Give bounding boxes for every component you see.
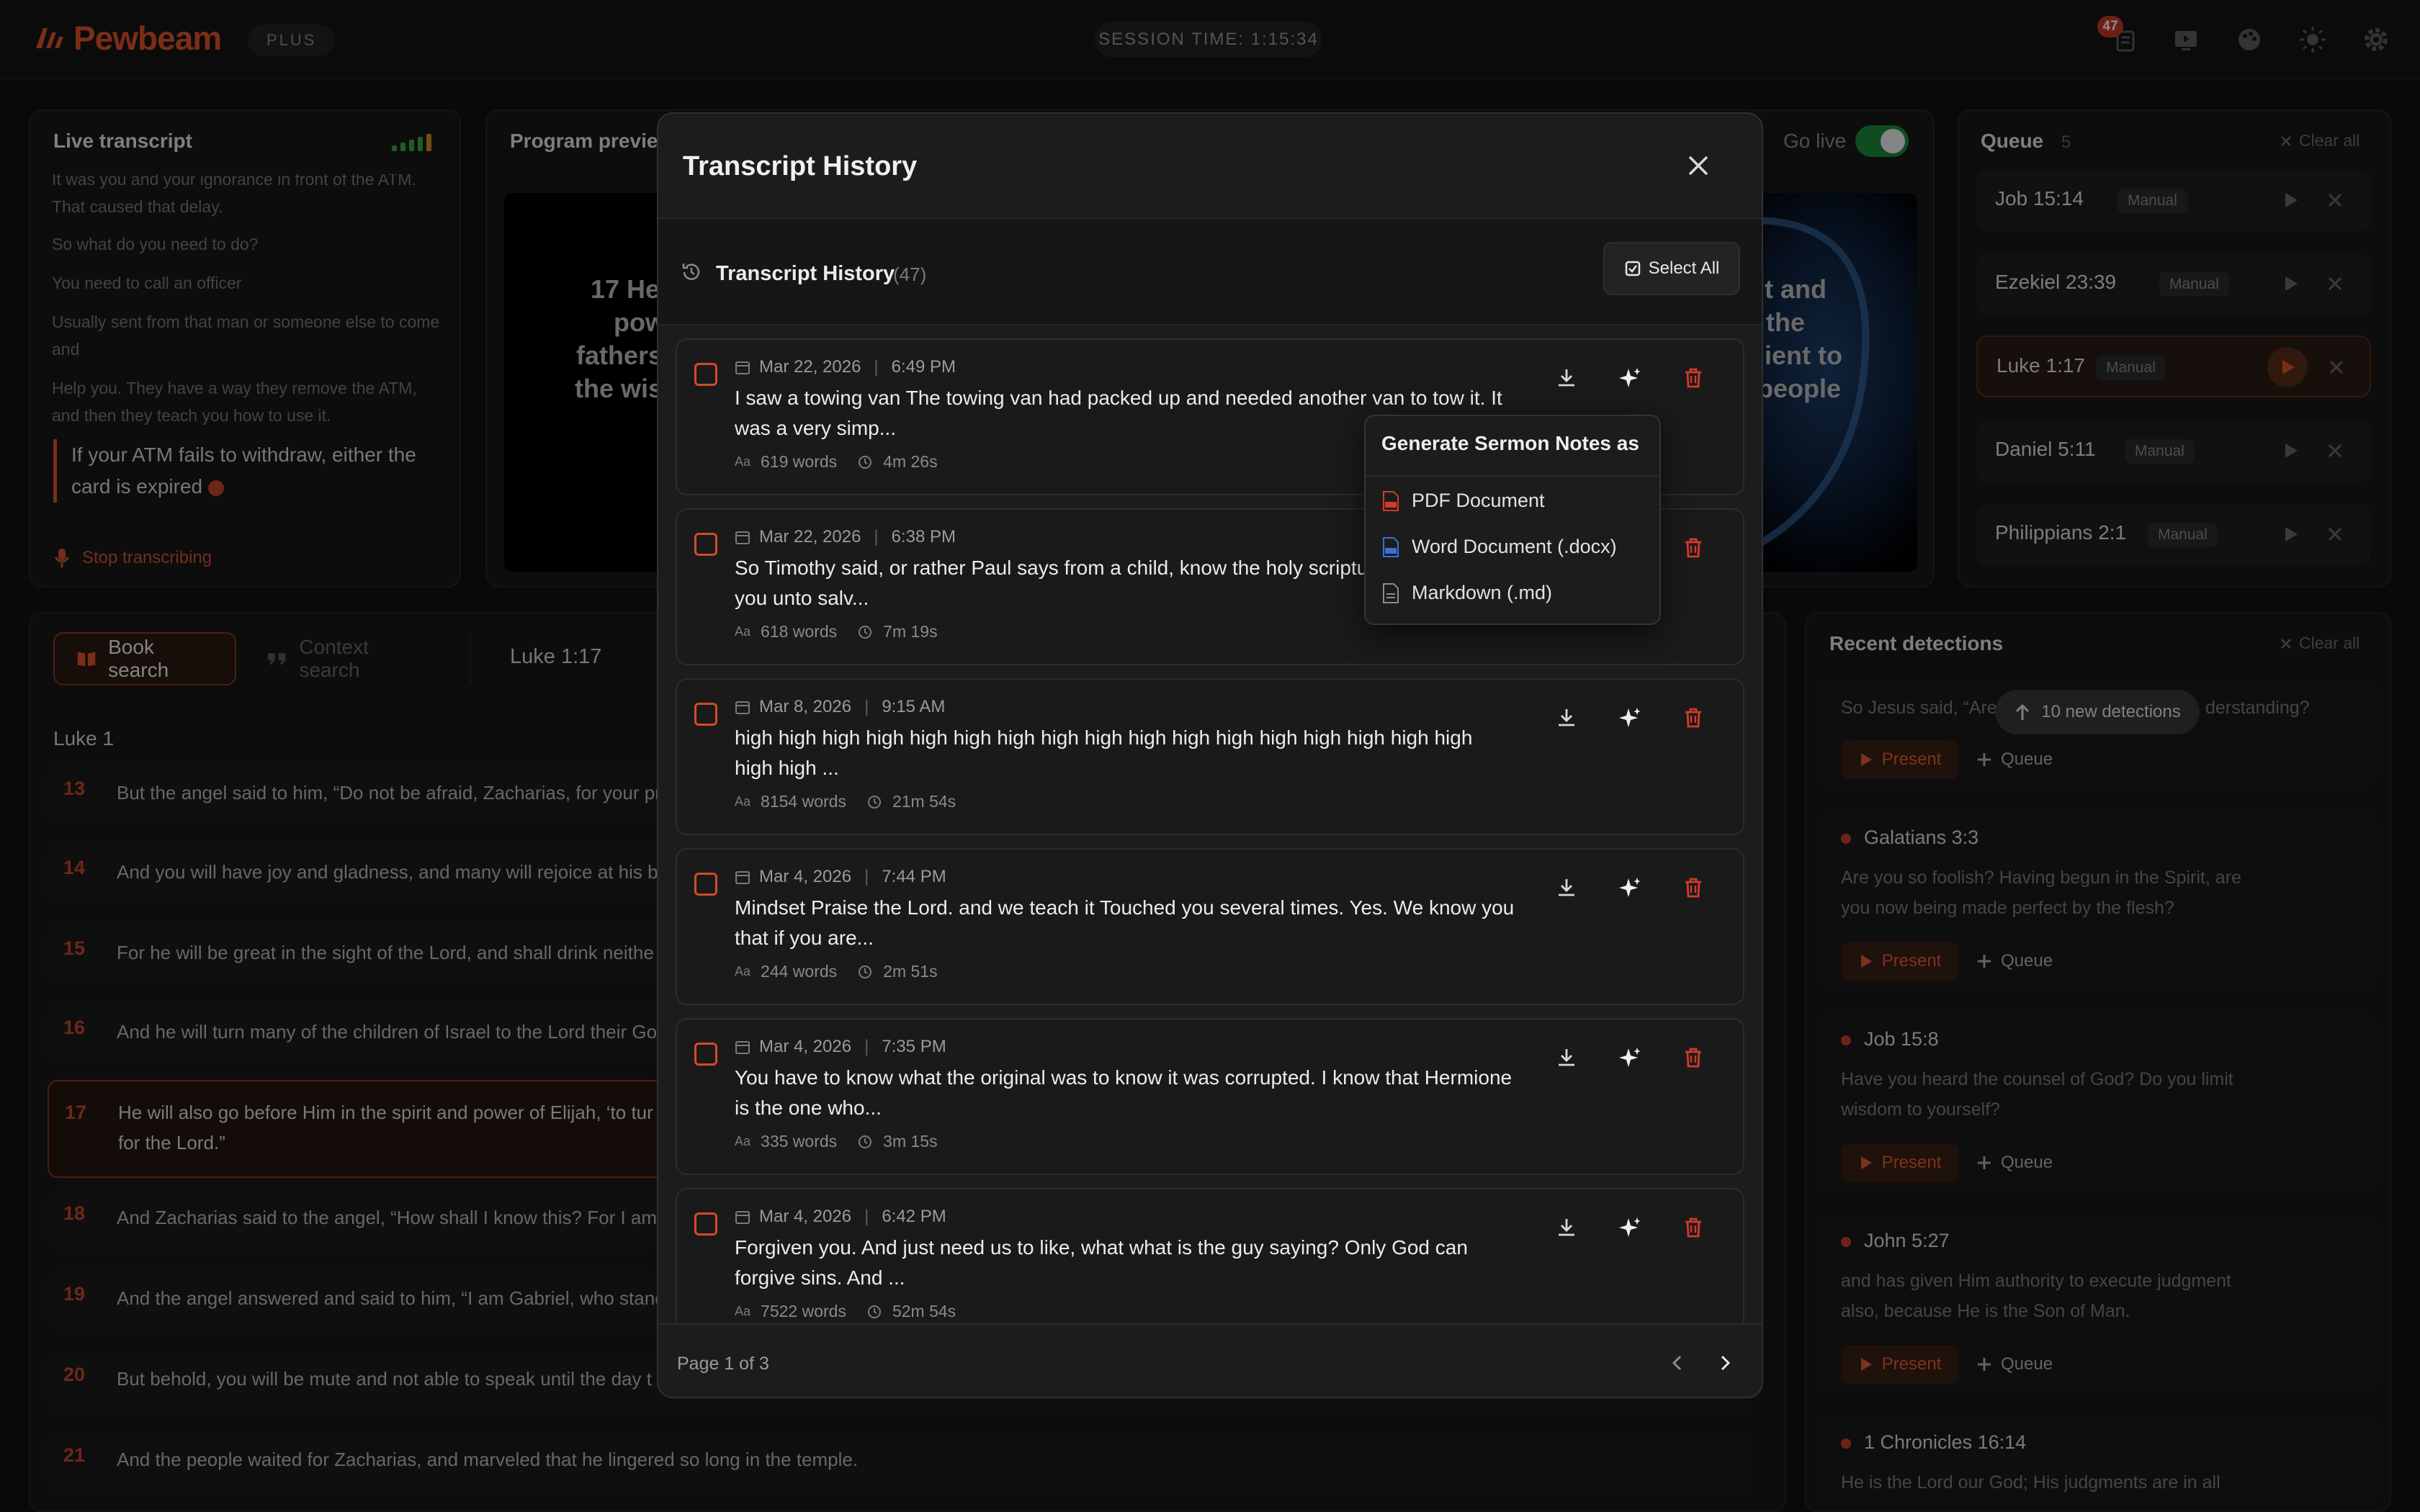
calendar-icon [735, 361, 750, 374]
download-icon[interactable] [1554, 876, 1579, 900]
transcript-meta: Aa 335 words 3m 15s [735, 1132, 938, 1151]
menu-divider [1366, 475, 1661, 477]
transcript-date: Mar 4, 2026 | 7:35 PM [735, 1037, 946, 1057]
clock-icon [859, 625, 872, 639]
word-count-icon: Aa [735, 624, 751, 639]
transcript-meta: Aa 618 words 7m 19s [735, 622, 938, 641]
word-file-icon [1383, 536, 1399, 557]
transcript-card[interactable]: Mar 4, 2026 | 7:35 PM You have to know wha… [676, 1018, 1744, 1175]
transcript-checkbox[interactable] [694, 533, 717, 556]
transcript-checkbox[interactable] [694, 703, 717, 726]
history-section-title: Transcript History [716, 262, 895, 285]
transcript-checkbox[interactable] [694, 1212, 717, 1236]
transcript-preview: Forgiven you. And just need us to like, … [735, 1236, 1468, 1289]
transcript-card[interactable]: Mar 4, 2026 | 7:44 PM Mindset Praise the L… [676, 848, 1744, 1005]
sparkle-ai-icon[interactable] [1618, 876, 1642, 900]
download-icon[interactable] [1554, 1215, 1579, 1240]
calendar-icon [735, 531, 750, 544]
trash-icon[interactable] [1681, 366, 1706, 390]
trash-icon[interactable] [1681, 1215, 1706, 1240]
word-count-icon: Aa [735, 454, 751, 469]
transcript-checkbox[interactable] [694, 873, 717, 896]
markdown-file-icon [1383, 582, 1399, 603]
transcript-meta: Aa 244 words 2m 51s [735, 962, 938, 981]
close-icon[interactable] [1684, 151, 1713, 180]
download-icon[interactable] [1554, 706, 1579, 730]
chevron-right-icon[interactable] [1714, 1352, 1736, 1374]
modal-footer: Page 1 of 3 [658, 1323, 1762, 1397]
history-clock-icon [682, 264, 700, 280]
trash-icon[interactable] [1681, 706, 1706, 730]
transcript-preview: Mindset Praise the Lord. and we teach it… [735, 896, 1515, 949]
transcript-checkbox[interactable] [694, 1043, 717, 1066]
pdf-file-icon [1383, 490, 1399, 511]
menu-item-pdf[interactable]: PDF Document [1381, 490, 1545, 512]
transcript-date: Mar 4, 2026 | 6:42 PM [735, 1207, 946, 1227]
clock-icon [867, 795, 881, 809]
menu-item-docx[interactable]: Word Document (.docx) [1381, 536, 1617, 558]
sparkle-ai-icon[interactable] [1618, 1215, 1642, 1240]
transcript-card[interactable]: Mar 4, 2026 | 6:42 PM Forgiven you. And ju… [676, 1188, 1744, 1345]
pagination-label: Page 1 of 3 [677, 1354, 769, 1374]
checkbox-icon [1625, 261, 1640, 276]
download-icon[interactable] [1554, 366, 1579, 390]
chevron-left-icon[interactable] [1667, 1352, 1688, 1374]
history-subheader: Transcript History (47) Select All [658, 217, 1762, 325]
transcript-preview: You have to know what the original was t… [735, 1066, 1512, 1119]
transcript-date: Mar 22, 2026 | 6:49 PM [735, 357, 956, 377]
sparkle-ai-icon[interactable] [1618, 706, 1642, 730]
transcript-checkbox[interactable] [694, 363, 717, 386]
download-icon[interactable] [1554, 1045, 1579, 1070]
clock-icon [867, 1305, 881, 1318]
modal-title: Transcript History [683, 151, 918, 181]
transcript-date: Mar 4, 2026 | 7:44 PM [735, 867, 946, 887]
calendar-icon [735, 1041, 750, 1054]
transcript-date: Mar 8, 2026 | 9:15 AM [735, 697, 945, 717]
calendar-icon [735, 1211, 750, 1224]
transcript-meta: Aa 8154 words 21m 54s [735, 792, 956, 811]
word-count-icon: Aa [735, 1304, 751, 1318]
clock-icon [859, 455, 872, 469]
transcript-date: Mar 22, 2026 | 6:38 PM [735, 527, 956, 547]
trash-icon[interactable] [1681, 876, 1706, 900]
sparkle-ai-icon[interactable] [1618, 366, 1642, 390]
calendar-icon [735, 701, 750, 714]
word-count-icon: Aa [735, 964, 751, 978]
menu-item-markdown[interactable]: Markdown (.md) [1381, 582, 1552, 604]
transcript-preview: high high high high high high high high … [735, 726, 1473, 779]
trash-icon[interactable] [1681, 536, 1706, 560]
calendar-icon [735, 871, 750, 884]
clock-icon [859, 965, 872, 978]
sermon-menu-title: Generate Sermon Notes as [1381, 432, 1639, 454]
select-all-button[interactable]: Select All [1603, 242, 1740, 295]
word-count-icon: Aa [735, 794, 751, 809]
transcript-meta: Aa 619 words 4m 26s [735, 452, 938, 471]
transcript-meta: Aa 7522 words 52m 54s [735, 1302, 956, 1320]
transcript-history-modal: Transcript History Transcript History (4… [657, 112, 1763, 1398]
transcript-preview: So Timothy said, or rather Paul says fro… [735, 557, 1368, 609]
word-count-icon: Aa [735, 1134, 751, 1148]
history-count: (47) [893, 264, 927, 285]
sparkle-ai-icon[interactable] [1618, 1045, 1642, 1070]
clock-icon [859, 1135, 872, 1148]
trash-icon[interactable] [1681, 1045, 1706, 1070]
sermon-notes-menu: Generate Sermon Notes as PDF Document Wo… [1364, 415, 1661, 625]
transcript-card[interactable]: Mar 8, 2026 | 9:15 AM high high high high … [676, 678, 1744, 835]
